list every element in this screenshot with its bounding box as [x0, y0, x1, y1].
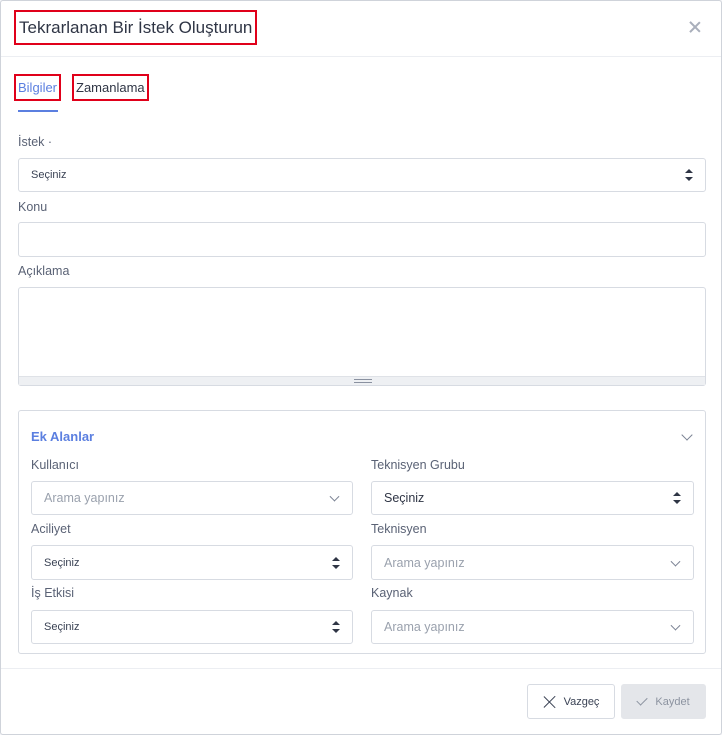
close-icon — [543, 695, 557, 709]
chevron-down-icon[interactable] — [681, 429, 693, 441]
source-search-select[interactable]: Arama yapınız — [371, 610, 694, 644]
sort-arrows-icon — [673, 492, 681, 504]
check-icon — [636, 694, 649, 706]
user-search-select[interactable]: Arama yapınız — [31, 481, 353, 515]
subject-input[interactable] — [18, 222, 706, 257]
chevron-down-icon — [329, 491, 340, 502]
active-tab-indicator — [18, 110, 58, 112]
sort-arrows-icon — [685, 169, 693, 181]
urgency-select[interactable]: Seçiniz — [31, 545, 353, 580]
user-label: Kullanıcı — [31, 458, 79, 472]
close-icon[interactable] — [687, 19, 703, 35]
dialog-header: Tekrarlanan Bir İstek Oluşturun — [1, 1, 721, 57]
recurring-request-dialog: Tekrarlanan Bir İstek Oluşturun Bilgiler… — [0, 0, 722, 735]
tab-scheduling[interactable]: Zamanlama — [72, 74, 149, 101]
cancel-button-label: Vazgeç — [563, 695, 600, 708]
technician-search-placeholder: Arama yapınız — [384, 555, 465, 570]
subject-label: Konu — [18, 200, 48, 214]
request-select[interactable]: Seçiniz — [18, 158, 706, 192]
technician-label: Teknisyen — [371, 522, 427, 536]
chevron-down-icon — [670, 556, 681, 567]
tech-group-select[interactable]: Seçiniz — [371, 481, 694, 515]
impact-select[interactable]: Seçiniz — [31, 610, 353, 644]
description-label: Açıklama — [18, 264, 70, 278]
tab-info[interactable]: Bilgiler — [14, 74, 62, 101]
chevron-down-icon — [670, 620, 681, 631]
tech-group-value: Seçiniz — [384, 491, 425, 505]
textarea-resize-bar[interactable] — [19, 376, 705, 385]
extra-fields-panel: Ek Alanlar Kullanıcı Arama yapınız Tekni… — [18, 410, 706, 654]
source-label: Kaynak — [371, 586, 413, 600]
tech-group-label: Teknisyen Grubu — [371, 458, 465, 472]
cancel-button[interactable]: Vazgeç — [527, 684, 615, 719]
footer-divider — [1, 668, 721, 669]
dialog-title: Tekrarlanan Bir İstek Oluşturun — [14, 10, 258, 45]
urgency-label: Aciliyet — [31, 522, 71, 536]
resize-grip-icon[interactable] — [354, 379, 372, 383]
extra-fields-title[interactable]: Ek Alanlar — [31, 429, 94, 444]
sort-arrows-icon — [332, 556, 340, 569]
urgency-value: Seçiniz — [44, 556, 80, 569]
sort-arrows-icon — [332, 621, 340, 633]
impact-label: İş Etkisi — [31, 586, 75, 600]
source-search-placeholder: Arama yapınız — [384, 620, 465, 634]
user-search-placeholder: Arama yapınız — [44, 491, 125, 505]
impact-value: Seçiniz — [44, 621, 80, 633]
request-select-value: Seçiniz — [31, 169, 67, 181]
description-textarea[interactable] — [18, 287, 706, 386]
request-label: İstek · — [18, 135, 53, 149]
technician-search-select[interactable]: Arama yapınız — [371, 545, 694, 580]
save-button-label: Kaydet — [655, 695, 690, 708]
save-button[interactable]: Kaydet — [621, 684, 706, 719]
